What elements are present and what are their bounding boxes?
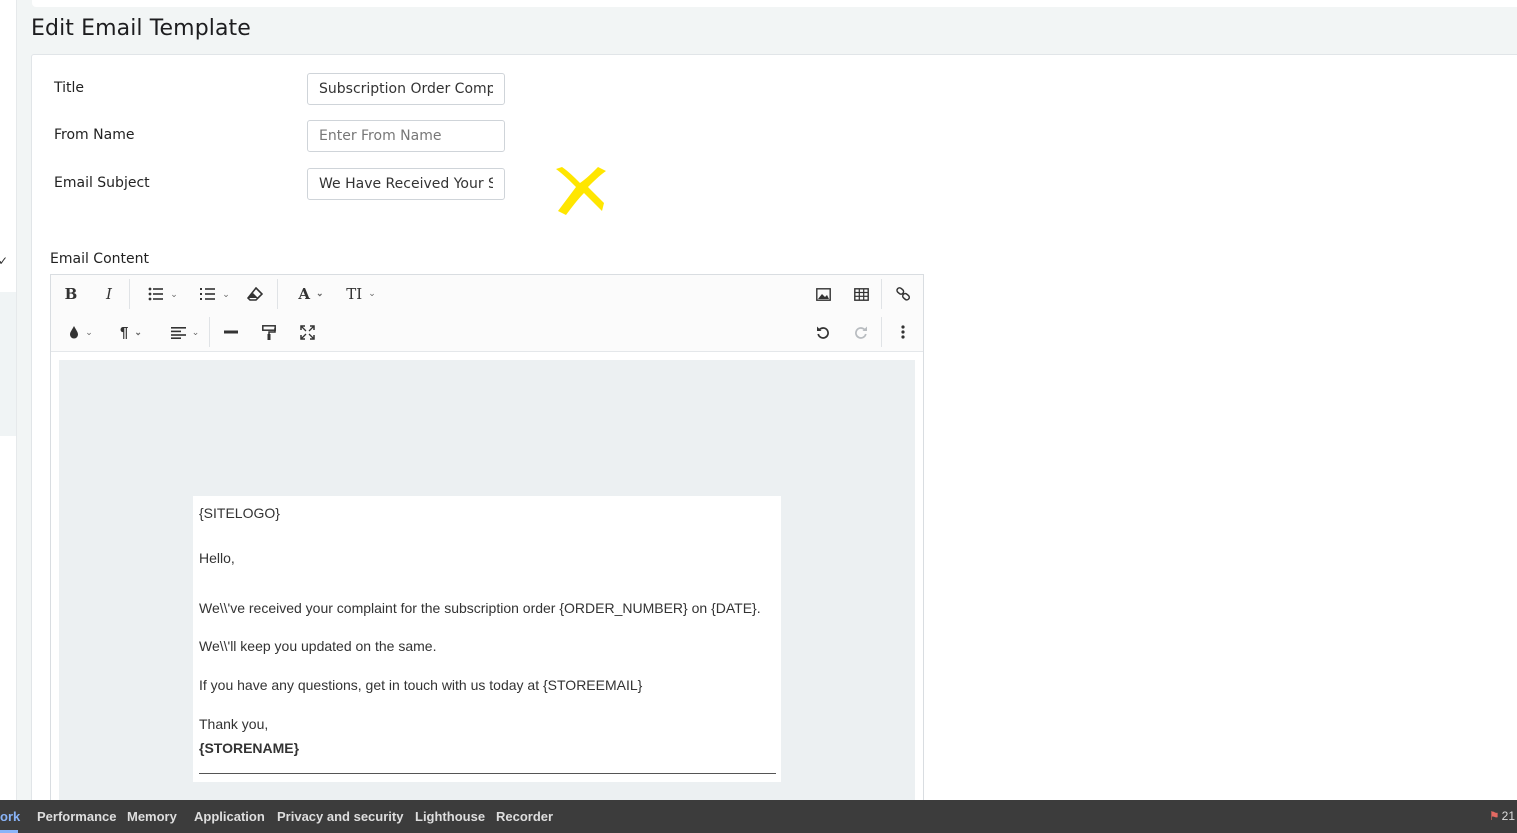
chevron-down-icon: ⌄ (170, 288, 178, 299)
issues-badge[interactable]: ⚑ 21 (1489, 809, 1515, 823)
title-input[interactable] (307, 73, 505, 105)
font-color-button[interactable]: A ⌄ (291, 282, 331, 306)
devtools-tab-recorder[interactable]: Recorder (496, 809, 553, 824)
devtools-tab-lighthouse[interactable]: Lighthouse (415, 809, 485, 824)
email-content-label: Email Content (50, 251, 149, 267)
devtools-tab-network[interactable]: ork (0, 809, 20, 824)
email-logo-placeholder: {SITELOGO} (199, 505, 280, 521)
yellow-annotation-mark-icon (556, 167, 606, 215)
chevron-down-icon: ⌄ (191, 326, 200, 337)
title-label: Title (54, 80, 85, 96)
template-form-card: Title From Name Email Subject Email Cont… (31, 54, 1517, 816)
email-paragraph-1: We\\'ve received your complaint for the … (199, 600, 761, 616)
sidebar-panel (0, 292, 16, 436)
undo-icon[interactable] (815, 320, 831, 344)
align-button[interactable]: ⌄ (165, 320, 205, 344)
email-divider (199, 773, 776, 774)
eraser-icon[interactable] (247, 282, 263, 306)
paragraph-button[interactable]: ¶ ⌄ (113, 320, 149, 344)
devtools-tab-memory[interactable]: Memory (127, 809, 177, 824)
paragraph-icon: ¶ (120, 323, 129, 341)
highlight-button[interactable]: ⌄ (63, 320, 99, 344)
highlight-icon (70, 325, 79, 338)
bold-icon[interactable]: B (63, 282, 79, 306)
email-body[interactable]: {SITELOGO} Hello, We\\'ve received your … (193, 496, 781, 782)
chevron-down-icon: ⌄ (85, 326, 93, 337)
more-icon[interactable] (895, 320, 911, 344)
editor-toolbar-row-1: B I ⌄ ⌄ A ⌄ TI ⌄ (51, 275, 923, 314)
chevron-down-icon: ⌄ (134, 326, 142, 337)
numbered-list-icon (200, 288, 216, 300)
font-size-icon: TI (346, 285, 363, 303)
italic-icon[interactable]: I (101, 282, 117, 306)
fullscreen-icon[interactable] (299, 320, 315, 344)
format-painter-icon[interactable] (261, 320, 277, 344)
from-name-label: From Name (54, 127, 135, 143)
chevron-down-icon: ⌄ (316, 289, 324, 299)
email-greeting: Hello, (199, 550, 235, 566)
align-icon (170, 326, 186, 339)
horizontal-rule-icon[interactable] (223, 320, 239, 344)
redo-icon[interactable] (853, 320, 869, 344)
chevron-down-icon: ⌄ (368, 289, 376, 299)
devtools-tab-bar: ork Performance Memory Application Priva… (0, 800, 1517, 833)
chevron-down-icon: ⌄ (222, 288, 230, 299)
bullet-list-button[interactable]: ⌄ (143, 282, 183, 306)
page-title: Edit Email Template (31, 16, 251, 41)
email-paragraph-3: If you have any questions, get in touch … (199, 677, 643, 693)
issues-count: 21 (1501, 809, 1515, 823)
image-icon[interactable] (815, 282, 831, 306)
editor-toolbar-row-2: ⌄ ¶ ⌄ ⌄ (51, 313, 923, 352)
devtools-tab-application[interactable]: Application (194, 809, 265, 824)
email-closing: Thank you, (199, 716, 269, 732)
table-icon[interactable] (853, 282, 869, 306)
email-subject-input[interactable] (307, 168, 505, 200)
email-content-editor: B I ⌄ ⌄ A ⌄ TI ⌄ ⌄ ¶ ⌄ ⌄ {SITELOGO} Hell… (50, 274, 924, 816)
email-subject-label: Email Subject (54, 175, 150, 191)
email-paragraph-2: We\\'ll keep you updated on the same. (199, 638, 437, 654)
editor-canvas[interactable]: {SITELOGO} Hello, We\\'ve received your … (59, 360, 915, 815)
numbered-list-button[interactable]: ⌄ (195, 282, 235, 306)
email-store-name: {STORENAME} (199, 740, 300, 756)
devtools-tab-privacy-security[interactable]: Privacy and security (277, 809, 403, 824)
font-size-button[interactable]: TI ⌄ (341, 282, 381, 306)
font-color-icon: A (298, 285, 311, 303)
top-bar (32, 0, 1517, 7)
bullet-list-icon (148, 287, 164, 301)
flag-icon: ⚑ (1488, 809, 1500, 823)
from-name-input[interactable] (307, 120, 505, 152)
left-sidebar-strip: ✓ (0, 0, 17, 800)
link-icon[interactable] (895, 282, 911, 306)
devtools-tab-performance[interactable]: Performance (37, 809, 116, 824)
content-area: Edit Email Template Title From Name Emai… (17, 0, 1517, 816)
check-icon: ✓ (0, 254, 9, 268)
